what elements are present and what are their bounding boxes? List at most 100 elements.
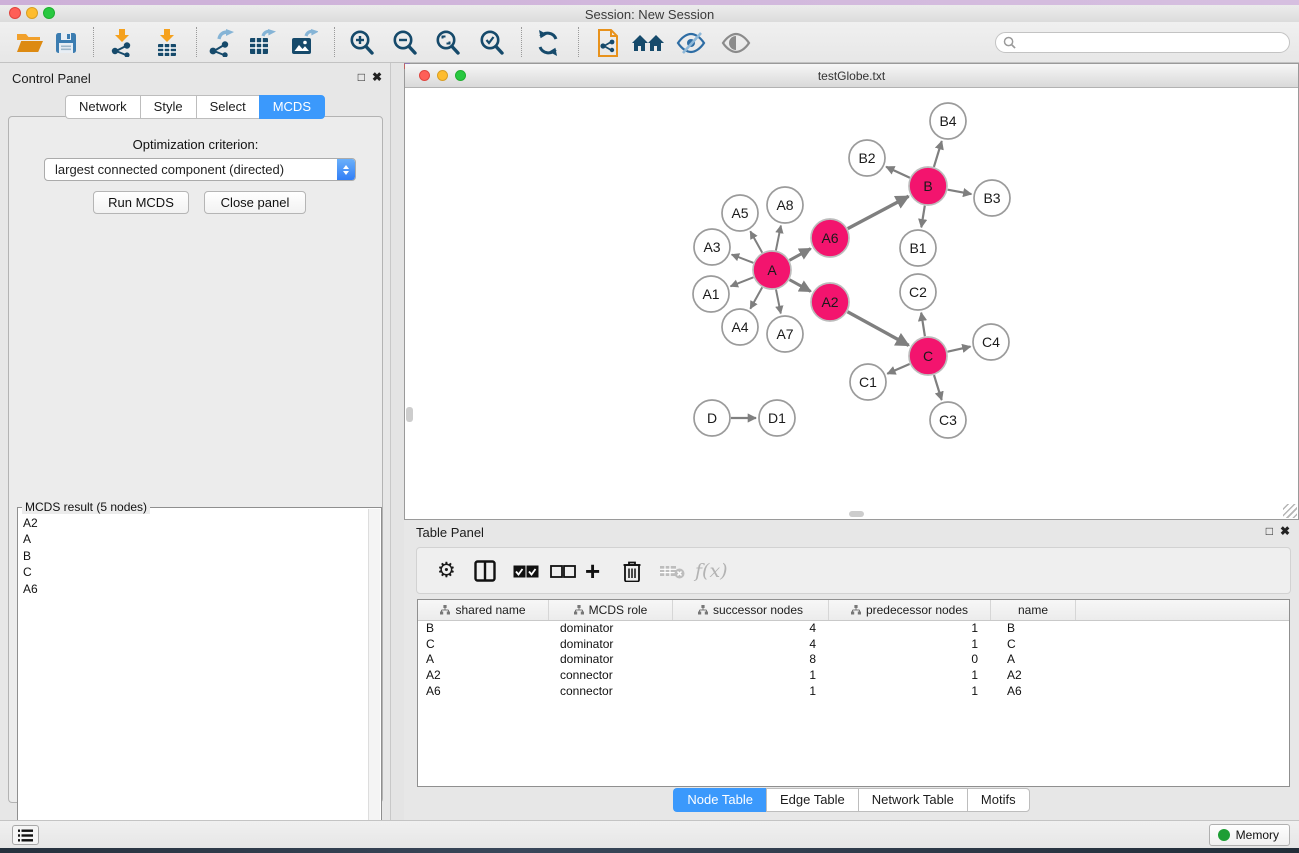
edge-A-A5[interactable] [750, 231, 762, 252]
node-C1[interactable]: C1 [850, 364, 886, 400]
table-header-row[interactable]: shared nameMCDS rolesuccessor nodesprede… [418, 600, 1289, 621]
node-D1[interactable]: D1 [759, 400, 795, 436]
table-row-C[interactable]: Cdominator41C [418, 637, 1289, 653]
table-row-B[interactable]: Bdominator41B [418, 621, 1289, 637]
hide-graphics-icon[interactable] [674, 26, 708, 60]
node-B1[interactable]: B1 [900, 230, 936, 266]
table-row-A6[interactable]: A6connector11A6 [418, 684, 1289, 700]
edge-C-C4[interactable] [948, 347, 971, 352]
tab-select[interactable]: Select [196, 95, 259, 119]
table-settings-gear-icon[interactable]: ⚙ [437, 557, 456, 585]
column-header-MCDS-role[interactable]: MCDS role [549, 600, 673, 620]
delete-column-icon[interactable] [659, 557, 685, 585]
edge-C-C2[interactable] [921, 313, 925, 337]
mcds-result-item[interactable]: A6 [23, 581, 369, 597]
node-A8[interactable]: A8 [767, 187, 803, 223]
node-B2[interactable]: B2 [849, 140, 885, 176]
node-A7[interactable]: A7 [767, 316, 803, 352]
import-network-icon[interactable] [105, 26, 139, 60]
mcds-result-item[interactable]: A2 [23, 515, 369, 531]
tab-network[interactable]: Network [65, 95, 140, 119]
network-canvas[interactable]: B4 B2 B B3 A8A5 A6 A3 B1 A C2 A1 A2 A4A7 C4 C C1 D D1 C3 [405, 89, 1298, 519]
network-vertical-scrollbar[interactable] [406, 407, 413, 422]
tab-edge-table[interactable]: Edge Table [766, 788, 858, 812]
edge-A6-B[interactable] [848, 196, 909, 228]
table-row-A[interactable]: Adominator80A [418, 652, 1289, 668]
save-session-icon[interactable] [49, 26, 83, 60]
mcds-result-item[interactable]: A [23, 531, 369, 547]
column-header-predecessor-nodes[interactable]: predecessor nodes [829, 600, 991, 620]
node-A6[interactable]: A6 [811, 219, 849, 257]
zoom-fit-icon[interactable] [431, 26, 465, 60]
refresh-icon[interactable] [531, 26, 565, 60]
tab-style[interactable]: Style [140, 95, 196, 119]
tab-network-table[interactable]: Network Table [858, 788, 967, 812]
node-A5[interactable]: A5 [722, 195, 758, 231]
tab-mcds[interactable]: MCDS [259, 95, 325, 119]
network-horizontal-scrollbar[interactable] [849, 511, 864, 517]
node-C4[interactable]: C4 [973, 324, 1009, 360]
memory-button[interactable]: Memory [1209, 824, 1290, 846]
mcds-result-item[interactable]: C [23, 564, 369, 580]
edge-B-B1[interactable] [921, 206, 925, 228]
delete-trash-icon[interactable] [623, 557, 641, 585]
show-columns-icon[interactable] [474, 557, 496, 585]
close-panel-button[interactable]: Close panel [204, 191, 306, 214]
edge-A-A1[interactable] [731, 277, 754, 286]
tab-motifs[interactable]: Motifs [967, 788, 1030, 812]
node-B[interactable]: B [909, 167, 947, 205]
edge-A-A4[interactable] [750, 287, 762, 308]
table-row-A2[interactable]: A2connector11A2 [418, 668, 1289, 684]
deselect-all-rows-icon[interactable] [550, 557, 576, 585]
search-input[interactable] [995, 32, 1290, 53]
open-session-icon[interactable] [13, 26, 47, 60]
node-D[interactable]: D [694, 400, 730, 436]
show-graphics-icon[interactable] [719, 26, 753, 60]
float-panel-icon[interactable]: □ [358, 70, 365, 84]
result-scrollbar[interactable] [368, 509, 380, 849]
edge-C-C3[interactable] [934, 375, 942, 400]
edge-B-B4[interactable] [934, 141, 942, 167]
edge-B-B2[interactable] [886, 167, 910, 178]
run-mcds-button[interactable]: Run MCDS [93, 191, 189, 214]
import-table-icon[interactable] [150, 26, 184, 60]
export-image-icon[interactable] [287, 26, 321, 60]
node-A2[interactable]: A2 [811, 283, 849, 321]
add-icon[interactable]: + [585, 557, 600, 585]
close-panel-icon[interactable]: ✖ [1280, 524, 1290, 538]
task-history-button[interactable] [12, 825, 39, 845]
export-network-icon[interactable] [204, 26, 238, 60]
node-A[interactable]: A [753, 251, 791, 289]
edge-A-A6[interactable] [790, 249, 811, 261]
node-A3[interactable]: A3 [694, 229, 730, 265]
edge-A-A7[interactable] [776, 290, 781, 314]
node-B4[interactable]: B4 [930, 103, 966, 139]
node-A4[interactable]: A4 [722, 309, 758, 345]
node-A1[interactable]: A1 [693, 276, 729, 312]
edge-A-A3[interactable] [732, 255, 754, 263]
zoom-out-icon[interactable] [388, 26, 422, 60]
node-C2[interactable]: C2 [900, 274, 936, 310]
node-B3[interactable]: B3 [974, 180, 1010, 216]
column-header-name[interactable]: name [991, 600, 1076, 620]
criterion-dropdown[interactable]: largest connected component (directed) [44, 158, 356, 181]
zoom-in-icon[interactable] [345, 26, 379, 60]
select-all-rows-icon[interactable] [513, 557, 539, 585]
edge-A2-C[interactable] [848, 312, 909, 346]
mcds-result-item[interactable]: B [23, 548, 369, 564]
export-table-icon[interactable] [245, 26, 279, 60]
zoom-selected-icon[interactable] [475, 26, 509, 60]
tab-node-table[interactable]: Node Table [673, 788, 766, 812]
edge-C-C1[interactable] [887, 364, 909, 374]
edge-A-A8[interactable] [776, 226, 781, 251]
edge-A-A2[interactable] [790, 280, 811, 292]
node-C[interactable]: C [909, 337, 947, 375]
column-header-shared-name[interactable]: shared name [418, 600, 549, 620]
float-panel-icon[interactable]: □ [1266, 524, 1273, 538]
column-header-successor-nodes[interactable]: successor nodes [673, 600, 829, 620]
close-panel-icon[interactable]: ✖ [372, 70, 382, 84]
resize-grip-icon[interactable] [1283, 504, 1297, 518]
node-C3[interactable]: C3 [930, 402, 966, 438]
home-networks-icon[interactable] [631, 26, 665, 60]
session-file-network-icon[interactable] [591, 26, 625, 60]
